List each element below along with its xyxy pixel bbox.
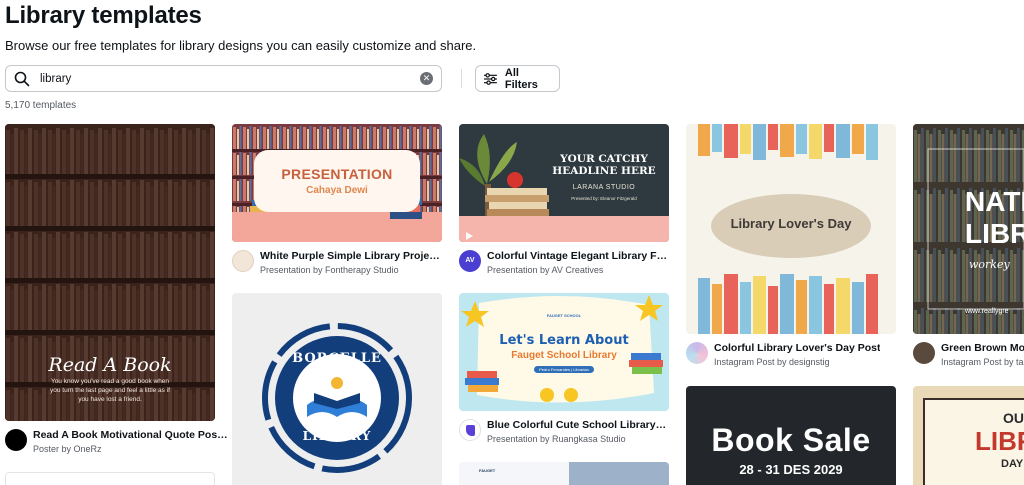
template-thumbnail-read-a-book[interactable]: Read A Book You know you've read a good …: [5, 124, 215, 421]
template-subtitle: Presentation by Fontherapy Studio: [260, 265, 399, 275]
thumb-overlay-subtitle: LIBRA: [975, 426, 1024, 456]
template-thumbnail-vintage-library[interactable]: YOUR CATCHY HEADLINE HERE LARANA STUDIO …: [459, 124, 669, 242]
creator-avatar[interactable]: AV: [459, 250, 481, 272]
template-meta-vintage: AV Colorful Vintage Elegant Library Furn…: [459, 250, 669, 275]
template-subtitle: Presentation by AV Creatives: [487, 265, 604, 275]
thumb-overlay-subtitle: LIBRARY: [302, 429, 372, 443]
thumb-overlay-url: www.reallygre: [965, 308, 1009, 315]
template-meta-national-library: Green Brown Mod Instagram Post by tar: [913, 342, 1024, 367]
template-thumbnail-book-sale[interactable]: Book Sale 28 - 31 DES 2029: [686, 386, 896, 485]
bookshelf-image: [5, 124, 215, 421]
thumb-overlay-title: BORCELLE: [292, 351, 382, 366]
all-filters-label: All Filters: [504, 66, 538, 91]
thumb-overlay-small: DAY: [1001, 458, 1024, 470]
template-subtitle: Poster by OneRz: [33, 444, 102, 454]
thumb-overlay-title: NATIO: [965, 186, 1024, 217]
thumb-overlay-title: YOUR CATCHY HEADLINE HERE: [552, 153, 656, 177]
filter-sliders-icon: [484, 72, 497, 85]
thumb-overlay-subtitle: LARANA STUDIO: [572, 184, 636, 191]
template-thumbnail-borcelle-library[interactable]: BORCELLE LIBRARY: [232, 293, 442, 485]
page-subtitle: Browse our free templates for library de…: [5, 38, 477, 53]
thumb-overlay-title: PRESENTATION: [281, 166, 393, 182]
plant-books-illustration: [459, 134, 669, 242]
template-title[interactable]: Colorful Vintage Elegant Library Furn…: [487, 250, 669, 262]
search-icon: [14, 71, 30, 86]
thumb-overlay-title: Book Sale: [711, 422, 871, 458]
thumb-badge: FAUGET SCHOOL: [546, 313, 582, 318]
thumb-overlay-small: Pedro Fernandes | Librarian: [534, 366, 594, 373]
template-meta-library-lovers: Colorful Library Lover's Day Post Instag…: [686, 342, 896, 367]
thumb-overlay-subtitle: Fauget School Library: [511, 350, 617, 361]
library-logo-icon: [262, 323, 412, 473]
page-title: Library templates: [5, 2, 202, 29]
template-thumbnail-national-library[interactable]: NATIO LIBRA workey www.reallygre: [913, 124, 1024, 334]
template-title[interactable]: Green Brown Mod: [941, 342, 1024, 354]
template-title[interactable]: Read A Book Motivational Quote Pos…: [33, 429, 228, 441]
creator-avatar[interactable]: [5, 429, 27, 451]
thumb-overlay-subtitle: Cahaya Dewi: [306, 185, 368, 196]
template-thumbnail-fauget[interactable]: FAUGET: [459, 462, 669, 485]
thumb-overlay-title: Let's Learn About: [499, 333, 629, 348]
thumb-overlay-title: OU: [1003, 410, 1024, 426]
search-value[interactable]: library: [40, 73, 420, 85]
thumb-overlay-quote: You know you've read a good book when yo…: [50, 378, 170, 403]
template-title[interactable]: Blue Colorful Cute School Library Int…: [487, 419, 669, 431]
search-input[interactable]: library ✕: [5, 65, 442, 92]
template-subtitle: Presentation by Ruangkasa Studio: [487, 434, 626, 444]
template-thumbnail-library-lovers-day[interactable]: Library Lover's Day: [686, 124, 896, 334]
creator-avatar[interactable]: [232, 250, 254, 272]
creator-avatar[interactable]: [913, 342, 935, 364]
all-filters-button[interactable]: All Filters: [475, 65, 560, 92]
thumb-overlay-subtitle: 28 - 31 DES 2029: [739, 462, 843, 477]
thumb-overlay-small: workey: [969, 258, 1010, 271]
thumb-overlay-small: Presented by: Eleanor Fitzgerald: [571, 196, 637, 201]
template-title[interactable]: White Purple Simple Library Project …: [260, 250, 442, 262]
template-thumbnail-white-purple-presentation[interactable]: PRESENTATION Cahaya Dewi: [232, 124, 442, 242]
template-thumbnail-school-library[interactable]: FAUGET SCHOOL Let's Learn About Fauget S…: [459, 293, 669, 411]
template-subtitle: Instagram Post by designstig: [714, 357, 830, 367]
divider: [461, 69, 462, 88]
thumb-overlay-title: Read A Book: [48, 354, 172, 376]
template-title[interactable]: Colorful Library Lover's Day Post: [714, 342, 880, 354]
template-meta-white-purple: White Purple Simple Library Project … Pr…: [232, 250, 442, 275]
template-thumbnail-library-day[interactable]: OU LIBRA DAY: [913, 386, 1024, 485]
thumb-overlay-subtitle: LIBRA: [965, 218, 1024, 249]
template-meta-read-a-book: Read A Book Motivational Quote Pos… Post…: [5, 429, 228, 454]
creator-avatar[interactable]: [686, 342, 708, 364]
thumb-overlay-title: FAUGET: [479, 468, 496, 473]
results-count: 5,170 templates: [5, 100, 77, 111]
template-meta-school: Blue Colorful Cute School Library Int… P…: [459, 419, 669, 444]
creator-avatar[interactable]: [459, 419, 481, 441]
thumb-overlay-title: Library Lover's Day: [730, 216, 852, 231]
template-subtitle: Instagram Post by tar: [941, 357, 1024, 367]
clear-search-icon[interactable]: ✕: [420, 72, 433, 85]
template-thumbnail-next[interactable]: [5, 472, 215, 485]
